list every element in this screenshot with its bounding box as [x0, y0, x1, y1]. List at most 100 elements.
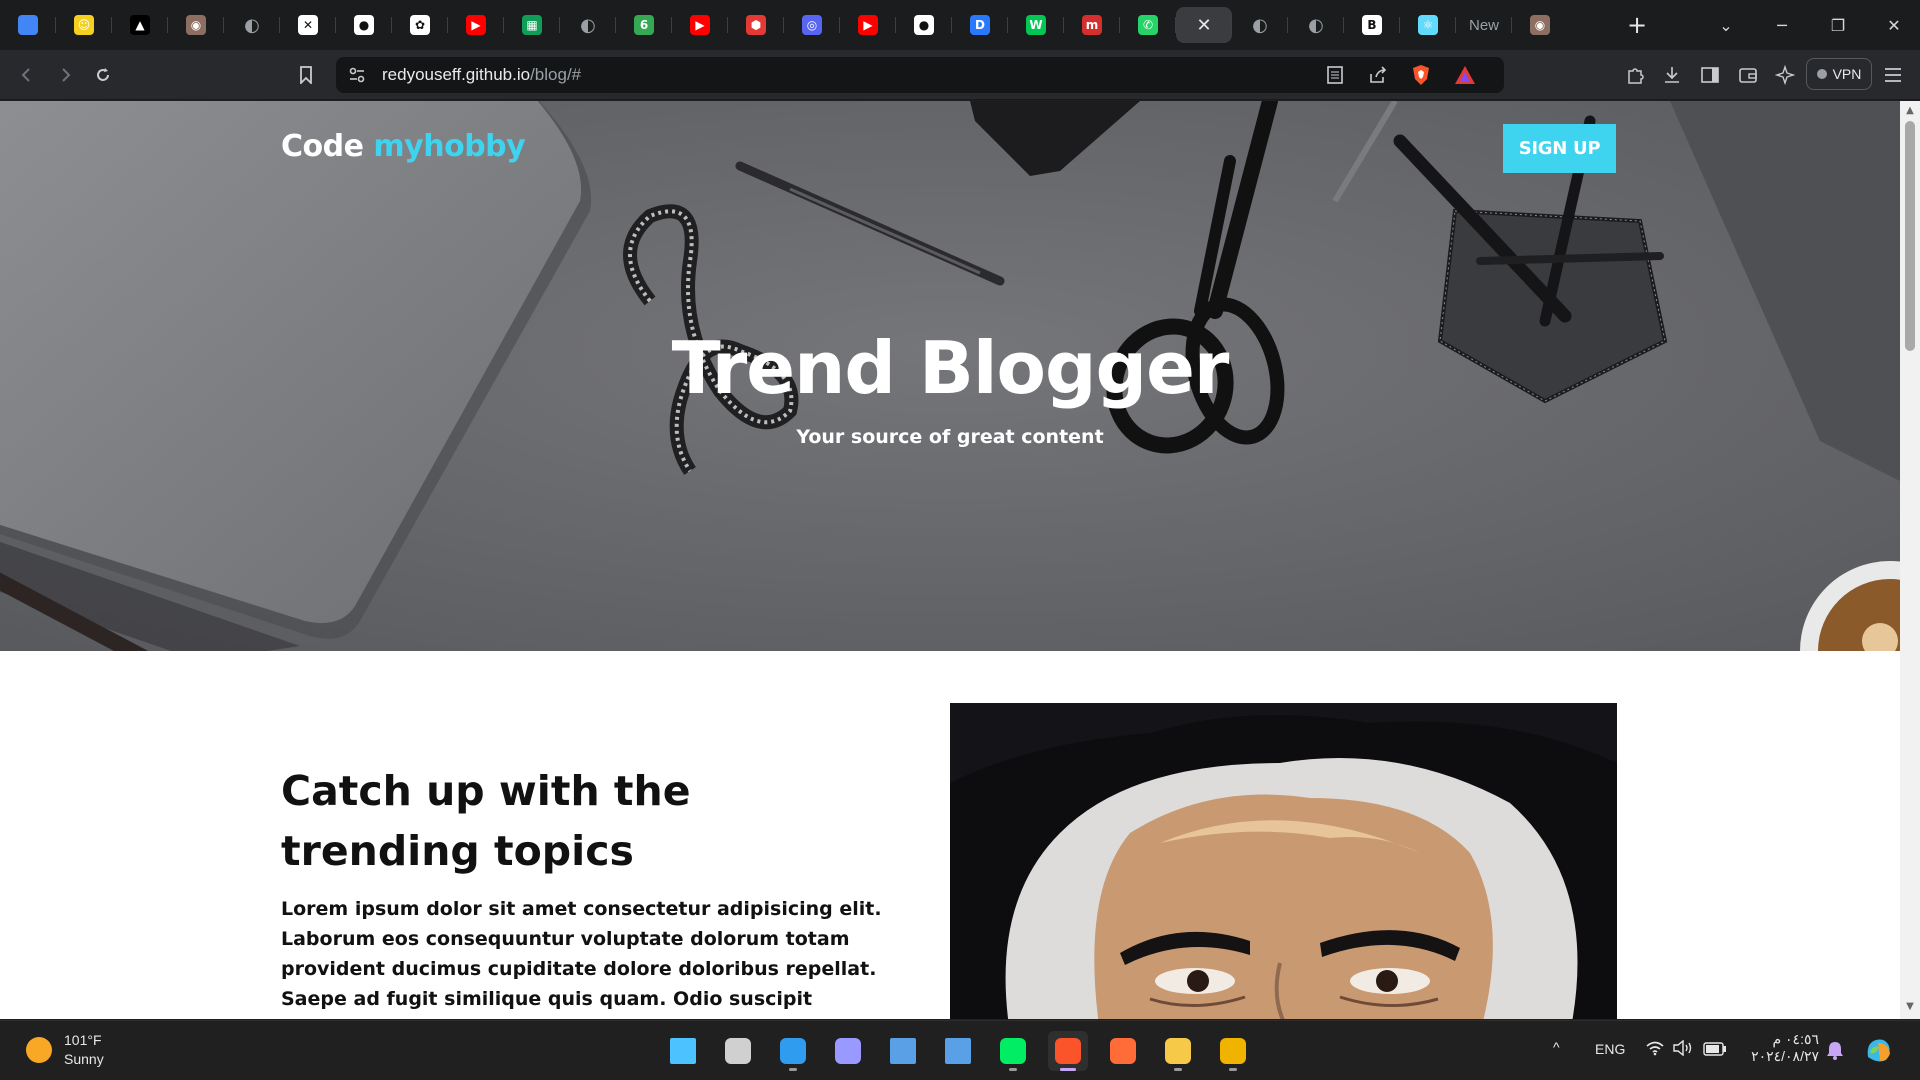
- owl-icon: ◉: [186, 15, 206, 35]
- browser-tab[interactable]: B: [1343, 7, 1400, 43]
- browser-tab[interactable]: ◉: [167, 7, 224, 43]
- browser-tab[interactable]: W: [1007, 7, 1064, 43]
- forward-button[interactable]: [52, 62, 78, 88]
- browser-tab[interactable]: ✕: [279, 7, 336, 43]
- address-bar[interactable]: redyouseff.github.io/blog/#: [336, 57, 1504, 93]
- page-scrollbar[interactable]: ▲ ▼: [1900, 101, 1920, 1019]
- back-button[interactable]: [14, 62, 40, 88]
- restore-button[interactable]: ❐: [1810, 0, 1866, 50]
- browser-tab[interactable]: ☺: [55, 7, 112, 43]
- battery-icon[interactable]: [1703, 1041, 1727, 1060]
- taskbar-app[interactable]: [663, 1031, 703, 1071]
- logo-text-accent: myhobby: [373, 129, 526, 164]
- reload-button[interactable]: [90, 62, 116, 88]
- taskbar-app[interactable]: [1158, 1031, 1198, 1071]
- close-window-button[interactable]: ✕: [1866, 0, 1920, 50]
- browser-tab[interactable]: ◐: [1231, 7, 1288, 43]
- browser-tab[interactable]: ◐: [223, 7, 280, 43]
- brave-beta-icon: [1220, 1038, 1246, 1064]
- browser-tab[interactable]: ◐: [1287, 7, 1344, 43]
- browser-tab[interactable]: ⚛: [1399, 7, 1456, 43]
- copilot-icon[interactable]: [1864, 1035, 1894, 1069]
- downloads-button[interactable]: [1659, 62, 1685, 88]
- w-logo-icon: W: [1026, 15, 1046, 35]
- browser-tab[interactable]: ⬢: [727, 7, 784, 43]
- browser-tab[interactable]: ◐: [559, 7, 616, 43]
- taskbar-app[interactable]: [993, 1031, 1033, 1071]
- browser-tab[interactable]: ▦: [503, 7, 560, 43]
- taskbar-app[interactable]: [1048, 1031, 1088, 1071]
- sparkle-icon: [1775, 65, 1795, 85]
- leo-ai-button[interactable]: [1772, 62, 1798, 88]
- scrollbar-thumb[interactable]: [1905, 121, 1915, 351]
- clock[interactable]: ٠٤:٥٦ م ٢٠٢٤/٠٨/٢٧: [1747, 1031, 1819, 1065]
- browser-tab[interactable]: 6: [615, 7, 672, 43]
- site-info-icon[interactable]: [348, 66, 366, 88]
- browser-tab[interactable]: ◉: [1511, 7, 1568, 43]
- window-app-icon: [890, 1038, 916, 1064]
- running-indicator: [1174, 1068, 1182, 1071]
- new-tab-button[interactable]: +: [1620, 8, 1654, 42]
- browser-tab[interactable]: ▶: [447, 7, 504, 43]
- tab-search-button[interactable]: ⌄: [1698, 0, 1754, 50]
- volume-icon[interactable]: [1672, 1039, 1694, 1060]
- browser-tab[interactable]: ▲: [111, 7, 168, 43]
- sign-up-button[interactable]: SIGN UP: [1503, 124, 1616, 173]
- extensions-button[interactable]: [1622, 62, 1648, 88]
- browser-tab[interactable]: New: [1455, 7, 1512, 43]
- show-hidden-icons-button[interactable]: ^: [1553, 1039, 1560, 1055]
- d-logo-icon: D: [970, 15, 990, 35]
- running-indicator: [789, 1068, 797, 1071]
- globe-icon: ◐: [1308, 14, 1324, 36]
- share-icon[interactable]: [1368, 65, 1388, 89]
- running-indicator: [1009, 1068, 1017, 1071]
- browser-tab[interactable]: ◎: [783, 7, 840, 43]
- browser-tab[interactable]: ▶: [671, 7, 728, 43]
- browser-tab[interactable]: ▶: [839, 7, 896, 43]
- section-heading: Catch up with the trending topics: [281, 767, 691, 875]
- sidebar-button[interactable]: [1697, 62, 1723, 88]
- main-menu-button[interactable]: [1880, 62, 1906, 88]
- browser-tab[interactable]: ✆: [1119, 7, 1176, 43]
- site-logo[interactable]: Code myhobby: [281, 129, 526, 164]
- browser-tab[interactable]: m: [1063, 7, 1120, 43]
- download-icon: [1665, 67, 1679, 83]
- weather-widget[interactable]: 101°F Sunny: [26, 1031, 104, 1069]
- taskbar-app[interactable]: [773, 1031, 813, 1071]
- brave-icon: [1055, 1038, 1081, 1064]
- featured-portrait-image: [950, 703, 1617, 1019]
- taskbar-app[interactable]: [718, 1031, 758, 1071]
- reader-mode-icon[interactable]: [1326, 65, 1344, 89]
- scroll-up-arrow-icon[interactable]: ▲: [1904, 105, 1916, 117]
- taskbar-app[interactable]: [1213, 1031, 1253, 1071]
- browser-tab[interactable]: ●: [895, 7, 952, 43]
- notification-bell-icon[interactable]: [1826, 1040, 1844, 1064]
- web-page: Code myhobby SIGN UP Trend Blogger Your …: [0, 101, 1900, 1019]
- bookmark-button[interactable]: [293, 62, 319, 88]
- scroll-down-arrow-icon[interactable]: ▼: [1904, 1001, 1916, 1013]
- browser-tab[interactable]: D: [951, 7, 1008, 43]
- wallet-button[interactable]: [1735, 62, 1761, 88]
- taskbar-app[interactable]: [883, 1031, 923, 1071]
- vpn-status-icon: [1816, 69, 1827, 79]
- brave-rewards-icon[interactable]: [1454, 65, 1476, 89]
- minimize-button[interactable]: ─: [1754, 0, 1810, 50]
- taskbar-app[interactable]: [828, 1031, 868, 1071]
- url-path: /blog/#: [530, 65, 582, 84]
- hero-section: Code myhobby SIGN UP Trend Blogger Your …: [0, 101, 1900, 651]
- file-explorer-icon: [1165, 1038, 1191, 1064]
- language-indicator[interactable]: ENG: [1595, 1041, 1625, 1057]
- browser-tab[interactable]: [0, 7, 56, 43]
- browser-tab[interactable]: ✿: [391, 7, 448, 43]
- wifi-icon[interactable]: [1645, 1040, 1665, 1060]
- close-icon[interactable]: ✕: [1196, 15, 1211, 36]
- browser-tab[interactable]: ✕: [1175, 7, 1232, 43]
- brave-shields-icon[interactable]: [1411, 64, 1431, 90]
- url-text[interactable]: redyouseff.github.io/blog/#: [382, 65, 581, 85]
- taskbar-app[interactable]: [938, 1031, 978, 1071]
- taskbar-app[interactable]: [1103, 1031, 1143, 1071]
- browser-tab[interactable]: ●: [335, 7, 392, 43]
- github-icon: ●: [354, 15, 374, 35]
- windows-start-icon: [670, 1038, 696, 1064]
- vpn-button[interactable]: VPN: [1806, 58, 1872, 90]
